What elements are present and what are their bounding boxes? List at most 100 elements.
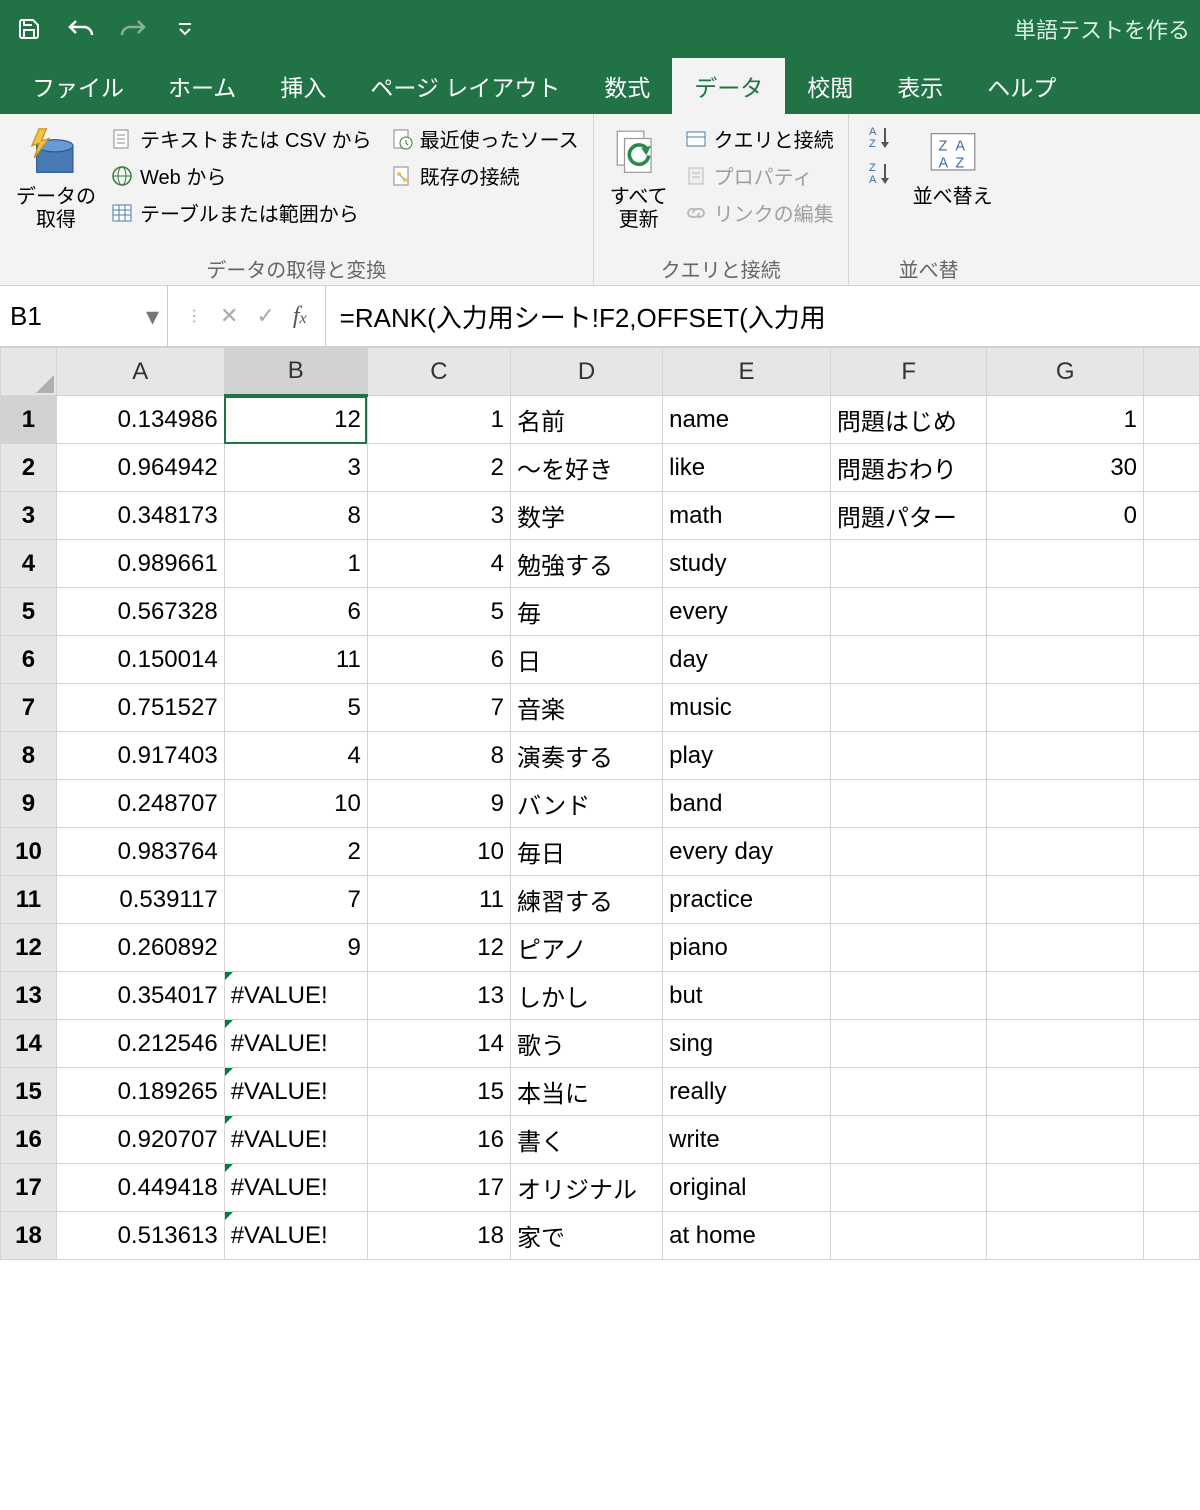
- cell[interactable]: 16: [367, 1116, 510, 1164]
- cell[interactable]: 1: [367, 396, 510, 444]
- cell[interactable]: 日: [511, 636, 663, 684]
- row-header[interactable]: 3: [1, 492, 57, 540]
- cell[interactable]: [830, 588, 987, 636]
- row-header[interactable]: 18: [1, 1212, 57, 1260]
- cell[interactable]: every: [663, 588, 831, 636]
- row-header[interactable]: 16: [1, 1116, 57, 1164]
- cell[interactable]: [830, 780, 987, 828]
- cell[interactable]: 15: [367, 1068, 510, 1116]
- cell[interactable]: しかし: [511, 972, 663, 1020]
- cell[interactable]: piano: [663, 924, 831, 972]
- cell[interactable]: 0.212546: [56, 1020, 224, 1068]
- cell[interactable]: really: [663, 1068, 831, 1116]
- cell[interactable]: [987, 876, 1144, 924]
- cell[interactable]: [830, 540, 987, 588]
- undo-button[interactable]: [62, 10, 100, 48]
- cell[interactable]: 11: [367, 876, 510, 924]
- cell[interactable]: 0.449418: [56, 1164, 224, 1212]
- row-header[interactable]: 14: [1, 1020, 57, 1068]
- cell[interactable]: [1144, 444, 1200, 492]
- from-web-button[interactable]: Web から: [106, 159, 376, 192]
- cell[interactable]: 0.917403: [56, 732, 224, 780]
- cell[interactable]: [987, 924, 1144, 972]
- name-box[interactable]: B1 ▾: [0, 286, 168, 346]
- cell[interactable]: #VALUE!: [224, 1164, 367, 1212]
- cell[interactable]: study: [663, 540, 831, 588]
- cell[interactable]: [987, 684, 1144, 732]
- cell[interactable]: but: [663, 972, 831, 1020]
- cell[interactable]: [987, 1068, 1144, 1116]
- cell[interactable]: 6: [224, 588, 367, 636]
- row-header[interactable]: 7: [1, 684, 57, 732]
- cell[interactable]: [830, 1020, 987, 1068]
- redo-button[interactable]: [114, 10, 152, 48]
- row-header[interactable]: 13: [1, 972, 57, 1020]
- row-header[interactable]: 2: [1, 444, 57, 492]
- cell[interactable]: [1144, 732, 1200, 780]
- cell[interactable]: [987, 588, 1144, 636]
- row-header[interactable]: 17: [1, 1164, 57, 1212]
- cell[interactable]: 14: [367, 1020, 510, 1068]
- tab-help[interactable]: ヘルプ: [965, 58, 1078, 114]
- refresh-all-button[interactable]: すべて 更新: [604, 120, 674, 252]
- row-header[interactable]: 12: [1, 924, 57, 972]
- col-header-D[interactable]: D: [511, 348, 663, 396]
- cell[interactable]: 11: [224, 636, 367, 684]
- cell[interactable]: 7: [367, 684, 510, 732]
- cell[interactable]: [1144, 636, 1200, 684]
- cell[interactable]: [830, 732, 987, 780]
- cell[interactable]: 3: [224, 444, 367, 492]
- row-header[interactable]: 1: [1, 396, 57, 444]
- tab-data[interactable]: データ: [672, 58, 785, 114]
- recent-sources-button[interactable]: 最近使ったソース: [386, 122, 583, 155]
- cell[interactable]: 13: [367, 972, 510, 1020]
- formula-input[interactable]: =RANK(入力用シート!F2,OFFSET(入力用: [326, 286, 1200, 346]
- cell[interactable]: [1144, 1164, 1200, 1212]
- from-text-csv-button[interactable]: テキストまたは CSV から: [106, 122, 376, 155]
- tab-review[interactable]: 校閲: [785, 58, 875, 114]
- cell[interactable]: #VALUE!: [224, 1020, 367, 1068]
- cell[interactable]: [987, 636, 1144, 684]
- cell[interactable]: 0.513613: [56, 1212, 224, 1260]
- cell[interactable]: [1144, 924, 1200, 972]
- col-header-extra[interactable]: [1144, 348, 1200, 396]
- row-header[interactable]: 4: [1, 540, 57, 588]
- row-header[interactable]: 8: [1, 732, 57, 780]
- cell[interactable]: music: [663, 684, 831, 732]
- cell[interactable]: day: [663, 636, 831, 684]
- cell[interactable]: [987, 780, 1144, 828]
- cell[interactable]: original: [663, 1164, 831, 1212]
- col-header-G[interactable]: G: [987, 348, 1144, 396]
- cell[interactable]: [987, 1164, 1144, 1212]
- cell[interactable]: [987, 732, 1144, 780]
- cell[interactable]: 勉強する: [511, 540, 663, 588]
- cell[interactable]: 0.920707: [56, 1116, 224, 1164]
- cell[interactable]: sing: [663, 1020, 831, 1068]
- cell[interactable]: write: [663, 1116, 831, 1164]
- cell[interactable]: 1: [987, 396, 1144, 444]
- cell[interactable]: math: [663, 492, 831, 540]
- cell[interactable]: [1144, 1020, 1200, 1068]
- col-header-C[interactable]: C: [367, 348, 510, 396]
- cell[interactable]: 0: [987, 492, 1144, 540]
- sort-desc-button[interactable]: ZA: [867, 160, 893, 186]
- cell[interactable]: [1144, 876, 1200, 924]
- cell[interactable]: #VALUE!: [224, 1212, 367, 1260]
- cell[interactable]: 0.189265: [56, 1068, 224, 1116]
- cell[interactable]: 毎日: [511, 828, 663, 876]
- cell[interactable]: 演奏する: [511, 732, 663, 780]
- cell[interactable]: 0.567328: [56, 588, 224, 636]
- select-all-corner[interactable]: [1, 348, 57, 396]
- existing-connections-button[interactable]: 既存の接続: [386, 159, 583, 192]
- cell[interactable]: at home: [663, 1212, 831, 1260]
- row-header[interactable]: 10: [1, 828, 57, 876]
- row-header[interactable]: 6: [1, 636, 57, 684]
- cell[interactable]: 0.348173: [56, 492, 224, 540]
- cell[interactable]: 10: [224, 780, 367, 828]
- cell[interactable]: [830, 828, 987, 876]
- cell[interactable]: 0.134986: [56, 396, 224, 444]
- col-header-F[interactable]: F: [830, 348, 987, 396]
- cell[interactable]: [987, 1020, 1144, 1068]
- cell[interactable]: 毎: [511, 588, 663, 636]
- cell[interactable]: 歌う: [511, 1020, 663, 1068]
